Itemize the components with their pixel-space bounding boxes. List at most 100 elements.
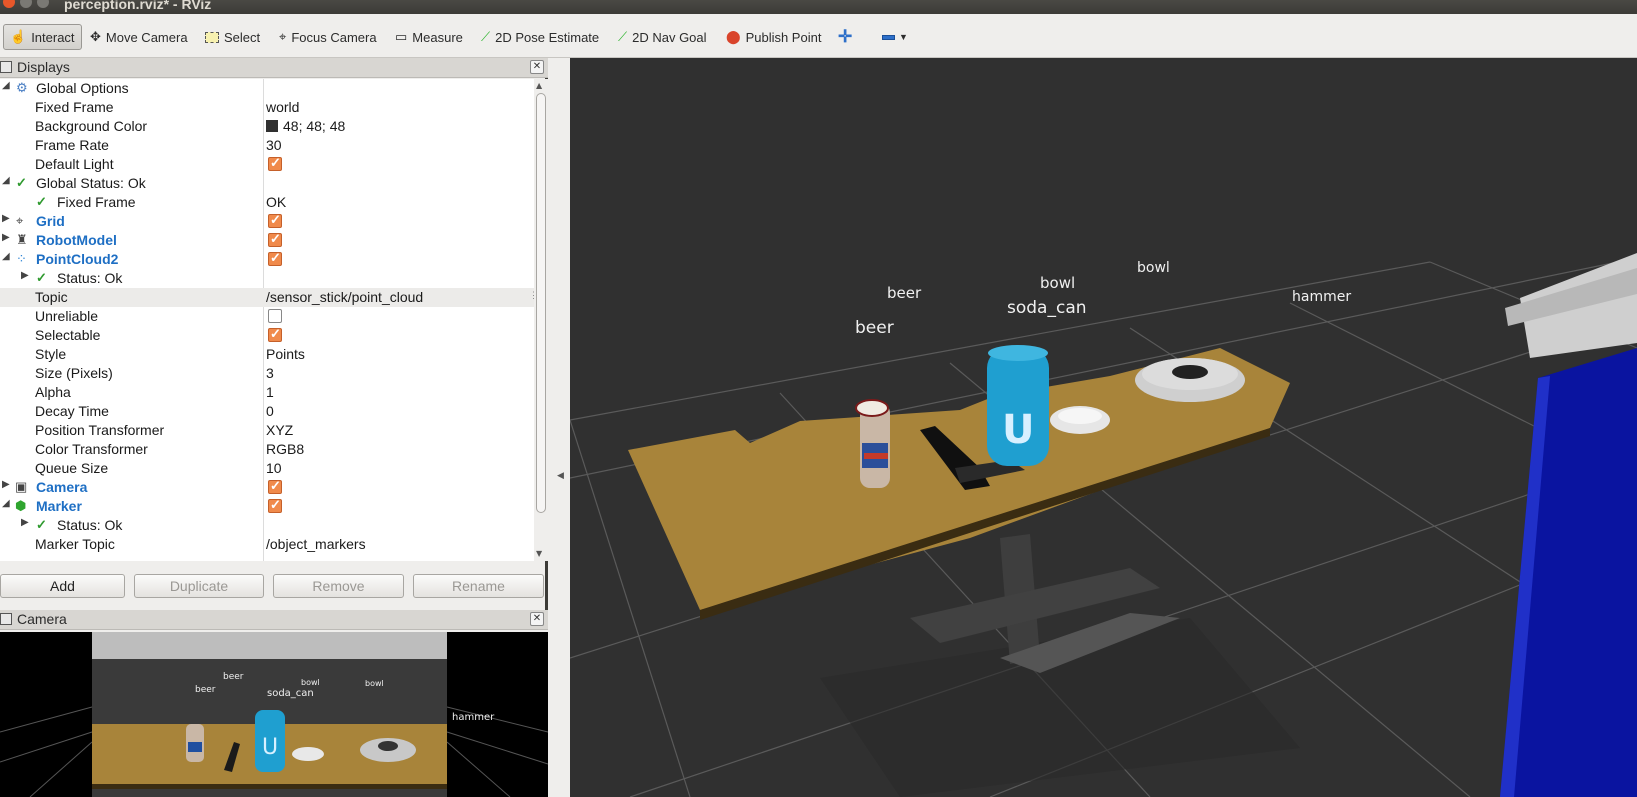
tree-row-size-pixels[interactable]: Size (Pixels) 3 (0, 364, 534, 383)
tree-row-global-options[interactable]: ◢ ⚙ Global Options (0, 79, 534, 98)
tree-value[interactable]: 1 (266, 384, 274, 400)
tree-row-style[interactable]: Style Points (0, 345, 534, 364)
measure-label: Measure (412, 29, 463, 45)
label-bowl: bowl (1040, 274, 1075, 292)
window-maximize-icon[interactable] (37, 0, 49, 8)
interact-tool-button[interactable]: ☝ Interact (3, 24, 82, 50)
displays-title: Displays (17, 59, 70, 75)
expand-arrow-icon[interactable]: ◢ (2, 498, 10, 509)
displays-panel: Displays ✕ ◢ ⚙ Global Options Fixed Fram… (0, 58, 548, 616)
default-light-checkbox[interactable] (268, 155, 282, 171)
close-icon[interactable]: ✕ (530, 612, 544, 626)
tree-row-pointcloud2[interactable]: ◢ ⁘ PointCloud2 (0, 250, 534, 269)
rename-button[interactable]: Rename (413, 574, 544, 598)
tree-row-grid[interactable]: ▶ ⌖ Grid (0, 212, 534, 231)
robot-model-checkbox[interactable] (268, 231, 282, 247)
window-close-icon[interactable] (3, 0, 15, 8)
close-icon[interactable]: ✕ (530, 60, 544, 74)
unreliable-checkbox[interactable] (268, 309, 282, 323)
tree-row-marker-topic[interactable]: Marker Topic /object_markers (0, 535, 534, 554)
gear-icon: ⚙ (16, 80, 28, 95)
tree-value[interactable]: 0 (266, 403, 274, 419)
focus-camera-tool-button[interactable]: ⌖ Focus Camera (279, 24, 377, 50)
select-tool-button[interactable]: Select (205, 24, 260, 50)
tree-label: Global Options (36, 80, 129, 96)
nav-goal-label: 2D Nav Goal (632, 29, 707, 45)
tree-value[interactable]: world (266, 99, 299, 115)
scroll-up-icon[interactable]: ▲ (536, 81, 542, 90)
tree-row-queue-size[interactable]: Queue Size 10 (0, 459, 534, 478)
tree-row-marker-status[interactable]: ▶ ✓ Status: Ok (0, 516, 534, 535)
move-camera-tool-button[interactable]: ✥ Move Camera (90, 24, 188, 50)
tree-row-global-status[interactable]: ◢ ✓ Global Status: Ok (0, 174, 534, 193)
remove-tool-button[interactable]: ▼ (882, 24, 908, 50)
tree-row-marker[interactable]: ◢ ⬢ Marker (0, 497, 534, 516)
tree-row-default-light[interactable]: Default Light (0, 155, 534, 174)
tree-row-unreliable[interactable]: Unreliable (0, 307, 534, 326)
tree-row-frame-rate[interactable]: Frame Rate 30 (0, 136, 534, 155)
tree-label: Decay Time (35, 403, 109, 419)
publish-point-tool-button[interactable]: ⬤ Publish Point (726, 24, 821, 50)
nav-goal-tool-button[interactable]: ⟋ 2D Nav Goal (618, 24, 707, 50)
remove-button[interactable]: Remove (273, 574, 404, 598)
collapse-arrow-icon[interactable]: ▶ (2, 232, 10, 243)
pointcloud2-checkbox[interactable] (268, 250, 282, 266)
tree-row-robot-model[interactable]: ▶ ♜ RobotModel (0, 231, 534, 250)
expand-arrow-icon[interactable]: ◢ (2, 251, 10, 262)
tree-value[interactable]: /sensor_stick/point_cloud (266, 289, 423, 305)
panel-splitter[interactable]: ◀ (548, 58, 570, 797)
tree-row-alpha[interactable]: Alpha 1 (0, 383, 534, 402)
tree-row-decay-time[interactable]: Decay Time 0 (0, 402, 534, 421)
camera-checkbox[interactable] (268, 478, 282, 494)
duplicate-button[interactable]: Duplicate (134, 574, 264, 598)
camera-label-beer: beer (195, 685, 216, 695)
title-bar: perception.rviz* - RViz (0, 0, 1637, 14)
tree-value[interactable]: RGB8 (266, 441, 304, 457)
tree-value[interactable]: XYZ (266, 422, 293, 438)
camera-icon: ▣ (15, 479, 28, 494)
collapse-left-icon[interactable]: ◀ (557, 471, 564, 481)
3d-render-view[interactable]: U beer beer bowl bowl soda_can hammer (570, 58, 1637, 797)
expand-arrow-icon[interactable]: ◢ (2, 175, 10, 186)
tree-value: OK (266, 194, 287, 210)
tree-value[interactable]: 48; 48; 48 (266, 118, 345, 134)
selectable-checkbox[interactable] (268, 326, 282, 342)
collapse-arrow-icon[interactable]: ▶ (2, 213, 10, 224)
tree-row-topic[interactable]: Topic /sensor_stick/point_cloud ⋮ (0, 288, 534, 307)
collapse-arrow-icon[interactable]: ▶ (21, 517, 29, 528)
tree-value[interactable]: 30 (266, 137, 282, 153)
tree-row-selectable[interactable]: Selectable (0, 326, 534, 345)
displays-tree: ◢ ⚙ Global Options Fixed Frame world Bac… (0, 79, 534, 561)
tree-value[interactable]: /object_markers (266, 536, 366, 552)
green-arrow-icon: ⟋ (618, 29, 628, 44)
measure-tool-button[interactable]: ▭ Measure (395, 24, 463, 50)
collapse-arrow-icon[interactable]: ▶ (21, 270, 29, 281)
tree-value[interactable]: 3 (266, 365, 274, 381)
plus-icon[interactable]: ✛ (838, 24, 852, 50)
pose-estimate-label: 2D Pose Estimate (495, 29, 600, 45)
marker-checkbox[interactable] (268, 497, 282, 513)
grid-checkbox[interactable] (268, 212, 282, 228)
pose-estimate-tool-button[interactable]: ⟋ 2D Pose Estimate (481, 24, 599, 50)
tree-value[interactable]: 10 (266, 460, 282, 476)
camera-image-view[interactable]: U beer beer soda_can bowl bowl hammer (0, 632, 548, 797)
scrollbar-thumb[interactable] (536, 93, 546, 513)
check-icon: ✓ (36, 517, 47, 532)
tree-row-camera[interactable]: ▶ ▣ Camera (0, 478, 534, 497)
tree-label: Global Status: Ok (36, 175, 146, 191)
add-button[interactable]: Add (0, 574, 125, 598)
tree-value[interactable]: Points (266, 346, 305, 362)
window-minimize-icon[interactable] (20, 0, 32, 8)
tree-row-color-transformer[interactable]: Color Transformer RGB8 (0, 440, 534, 459)
tree-row-pc-status[interactable]: ▶ ✓ Status: Ok (0, 269, 534, 288)
tree-row-background-color[interactable]: Background Color 48; 48; 48 (0, 117, 534, 136)
tree-row-status-fixed-frame[interactable]: ✓ Fixed Frame OK (0, 193, 534, 212)
expand-arrow-icon[interactable]: ◢ (2, 80, 10, 91)
scroll-down-icon[interactable]: ▼ (536, 549, 542, 558)
collapse-arrow-icon[interactable]: ▶ (2, 479, 10, 490)
displays-scrollbar[interactable]: ▲ ▼ (534, 79, 548, 561)
camera-label-soda-can: soda_can (267, 688, 314, 699)
tree-row-position-transformer[interactable]: Position Transformer XYZ (0, 421, 534, 440)
svg-text:U: U (262, 735, 278, 760)
tree-row-fixed-frame[interactable]: Fixed Frame world (0, 98, 534, 117)
